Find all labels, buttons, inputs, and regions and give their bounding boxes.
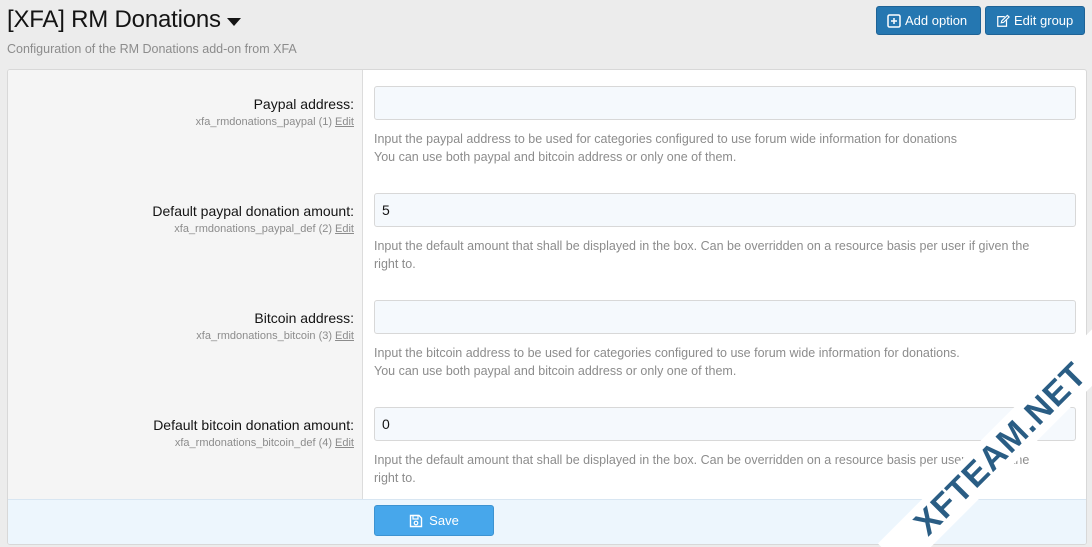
page-title: [XFA] RM Donations bbox=[7, 6, 221, 33]
bitcoin-address-input[interactable] bbox=[374, 300, 1076, 334]
hint-line: You can use both paypal and bitcoin addr… bbox=[374, 150, 737, 164]
page-subtitle: Configuration of the RM Donations add-on… bbox=[7, 42, 297, 56]
option-id-text: xfa_rmdonations_paypal (1) bbox=[195, 116, 333, 128]
form-submit-row: Save bbox=[8, 499, 1086, 544]
edit-option-link[interactable]: Edit bbox=[335, 223, 354, 235]
caret-down-icon bbox=[226, 17, 241, 26]
page-header: [XFA] RM Donations Configuration of the … bbox=[0, 0, 1092, 68]
title-menu-toggle[interactable]: [XFA] RM Donations bbox=[7, 6, 241, 34]
option-hint: Input the default amount that shall be d… bbox=[374, 237, 1074, 273]
option-id-text: xfa_rmdonations_bitcoin_def (4) bbox=[174, 437, 333, 449]
options-form: Paypal address: xfa_rmdonations_paypal (… bbox=[7, 69, 1087, 545]
option-id-text: xfa_rmdonations_bitcoin (3) bbox=[196, 330, 333, 342]
option-id: xfa_rmdonations_paypal_def (2) Edit bbox=[174, 223, 354, 235]
hint-line: Input the paypal address to be used for … bbox=[374, 132, 957, 146]
hint-line: You can use both paypal and bitcoin addr… bbox=[374, 364, 737, 378]
edit-option-link[interactable]: Edit bbox=[335, 330, 354, 342]
label-column bbox=[8, 70, 363, 499]
add-option-button[interactable]: Add option bbox=[876, 6, 981, 35]
paypal-address-input[interactable] bbox=[374, 86, 1076, 120]
option-id: xfa_rmdonations_paypal (1) Edit bbox=[196, 116, 354, 128]
option-label: Paypal address: bbox=[253, 96, 354, 112]
plus-square-icon bbox=[887, 13, 901, 28]
add-option-label: Add option bbox=[905, 13, 968, 28]
edit-group-button[interactable]: Edit group bbox=[985, 6, 1085, 35]
edit-icon bbox=[996, 14, 1010, 28]
edit-option-link[interactable]: Edit bbox=[335, 116, 354, 128]
option-id: xfa_rmdonations_bitcoin_def (4) Edit bbox=[175, 437, 354, 449]
option-label: Bitcoin address: bbox=[254, 310, 354, 326]
bitcoin-default-amount-input[interactable] bbox=[374, 407, 1076, 441]
hint-line: right to. bbox=[374, 471, 416, 485]
hint-line: right to. bbox=[374, 257, 416, 271]
save-label: Save bbox=[429, 513, 459, 528]
floppy-disk-icon bbox=[409, 514, 423, 528]
option-label: Default paypal donation amount: bbox=[152, 203, 354, 219]
option-hint: Input the default amount that shall be d… bbox=[374, 451, 1074, 487]
hint-line: Input the default amount that shall be d… bbox=[374, 239, 1030, 253]
save-button[interactable]: Save bbox=[374, 505, 494, 536]
edit-option-link[interactable]: Edit bbox=[335, 437, 354, 449]
hint-line: Input the bitcoin address to be used for… bbox=[374, 346, 960, 360]
paypal-default-amount-input[interactable] bbox=[374, 193, 1076, 227]
hint-line: Input the default amount that shall be d… bbox=[374, 453, 1030, 467]
edit-group-label: Edit group bbox=[1014, 13, 1074, 28]
option-id-text: xfa_rmdonations_paypal_def (2) bbox=[174, 223, 333, 235]
option-id: xfa_rmdonations_bitcoin (3) Edit bbox=[196, 330, 354, 342]
option-hint: Input the paypal address to be used for … bbox=[374, 130, 1074, 166]
option-label: Default bitcoin donation amount: bbox=[153, 417, 354, 433]
option-hint: Input the bitcoin address to be used for… bbox=[374, 344, 1074, 380]
